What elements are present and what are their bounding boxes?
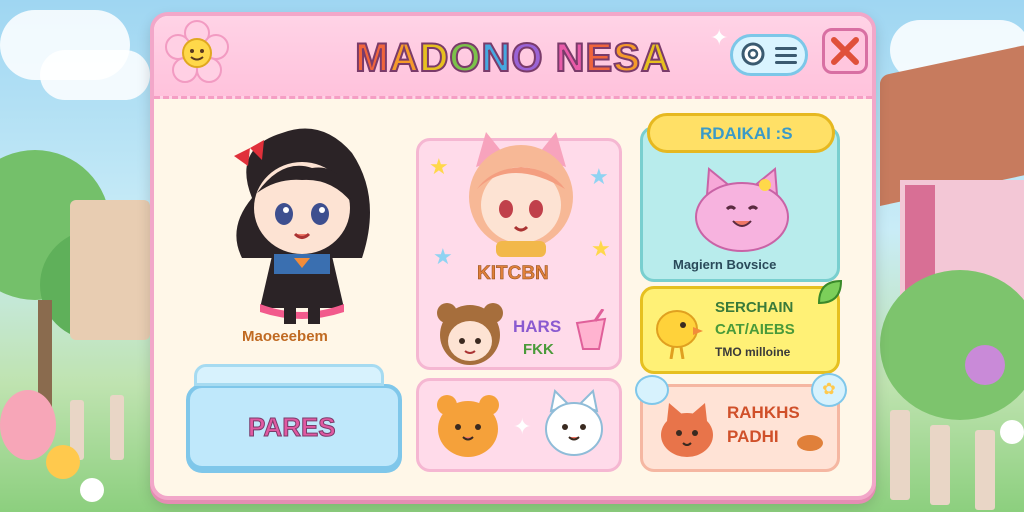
star-icon: ★ (591, 237, 611, 262)
rdaikai-tab-label: RDAIKAI :S (700, 124, 793, 143)
pink-cat-icon (695, 167, 789, 252)
rdaikai-panel[interactable]: RDAIKAI :S Magiern Bovsice (640, 113, 840, 282)
bear-girl-icon (437, 303, 503, 365)
leaf-icon (797, 435, 823, 451)
title-letter (543, 36, 555, 80)
title-letter: E (585, 35, 614, 81)
rdaikai-caption: Magiern Bovsice (673, 257, 777, 272)
pares-button-label: PARES (248, 412, 337, 443)
flower (965, 345, 1005, 385)
search-icon (741, 42, 765, 66)
flower-bubble-icon: ✿ (811, 373, 847, 407)
red-cat-icon (661, 403, 713, 457)
bush (880, 270, 1024, 420)
rahkhs-panel[interactable]: RAHKHS PADHI ✿ (635, 373, 847, 472)
title-letter: A (640, 35, 671, 81)
pares-bubble-tab (194, 364, 384, 386)
yellow-bird-icon (656, 310, 703, 359)
pet-card[interactable]: ✦ (416, 378, 622, 472)
fence-post (110, 395, 124, 460)
fence-post (890, 410, 910, 500)
flower (0, 390, 56, 460)
star-icon: ★ (429, 155, 449, 180)
title-letter: O (448, 35, 482, 81)
rahkhs-line2: PADHI (727, 427, 779, 446)
bear-girl-line1: HARS (513, 317, 562, 336)
white-cat-icon (545, 389, 603, 456)
pares-button[interactable]: PARES (186, 384, 402, 470)
title-letter: S (612, 35, 641, 81)
serchain-line2: CAT/AIEBS (715, 321, 795, 338)
title-letter: A (389, 35, 420, 81)
flower (46, 445, 80, 479)
cat-girl-name: KITCBN (477, 263, 549, 285)
search-menu-button[interactable] (730, 34, 808, 76)
main-character-portrait[interactable] (212, 108, 392, 333)
title-letter: M (354, 35, 390, 81)
title-letter: N (480, 35, 512, 81)
fence-post (930, 425, 950, 505)
flower (1000, 420, 1024, 444)
close-icon (831, 37, 859, 65)
star-icon: ★ (589, 165, 609, 190)
serchain-line3: TMO milloine (715, 345, 791, 359)
serchain-panel[interactable]: SERCHAIN CAT/AIEBS TMO milloine (640, 279, 843, 374)
close-button[interactable] (822, 28, 868, 74)
orange-bear-icon (437, 395, 499, 457)
fence-post (975, 430, 995, 510)
cat-girl-icon (469, 132, 573, 257)
house (70, 200, 150, 340)
rdaikai-tab[interactable]: RDAIKAI :S (647, 113, 835, 153)
title-letter: O (510, 35, 544, 81)
game-menu-window: MADONO NESA ✦ Maoeeebem PARES ★ ★ ★ ★ KI… (150, 12, 876, 500)
bear-girl-line2: FKK (523, 341, 554, 358)
sparkle-icon: ✦ (513, 415, 532, 440)
serchain-line1: SERCHAIN (715, 299, 794, 316)
character-card-kitcbn[interactable]: ★ ★ ★ ★ KITCBN HARS FKK (416, 132, 622, 370)
flower (80, 478, 104, 502)
menu-icon (775, 47, 797, 64)
rahkhs-line1: RAHKHS (727, 403, 800, 422)
cloud (40, 50, 150, 100)
main-character-name: Maoeeebem (242, 328, 328, 345)
sparkle-icon: ✦ (710, 26, 729, 51)
star-icon: ★ (433, 245, 453, 270)
chibi-girl-icon (234, 128, 370, 324)
title-letter: D (418, 35, 450, 81)
drink-cup-icon (575, 309, 607, 350)
title-bar: MADONO NESA ✦ (154, 16, 872, 99)
leaf-icon (817, 279, 843, 305)
chat-bubble-icon (635, 375, 669, 405)
title-letter: N (555, 35, 586, 81)
